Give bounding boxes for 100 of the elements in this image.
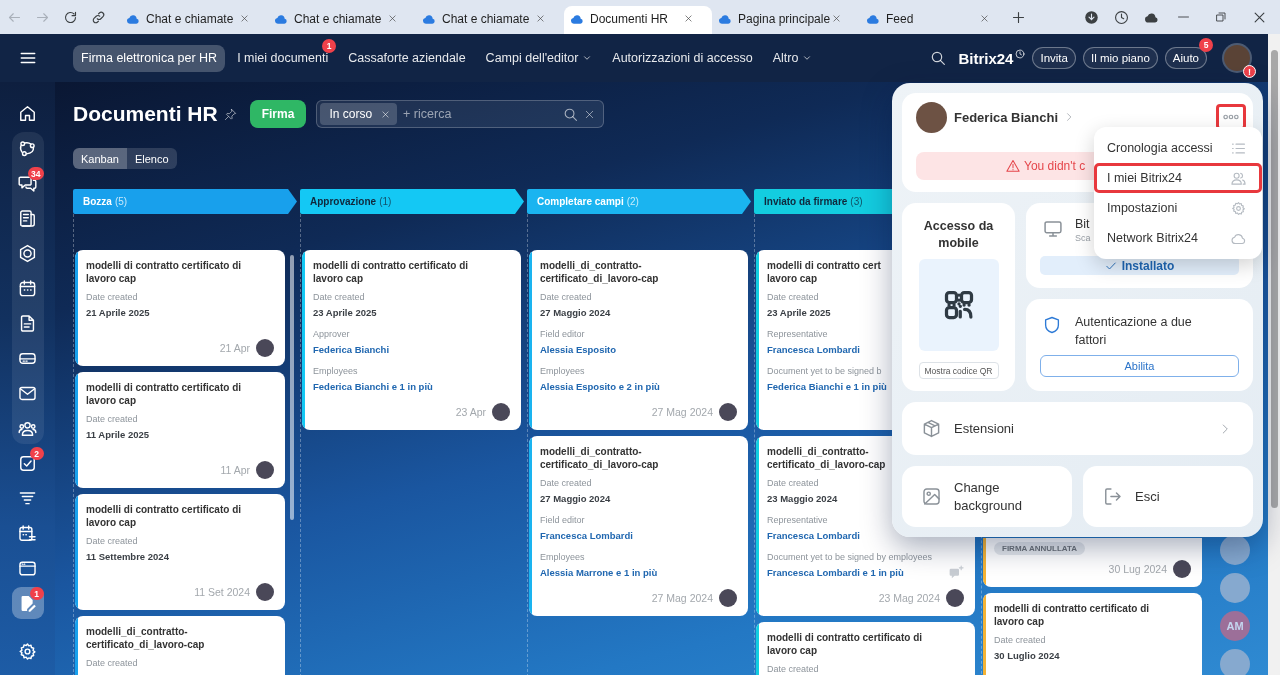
enable-button[interactable]: Abilita [1040, 355, 1239, 377]
sidebar-item[interactable]: 34 [11, 167, 44, 199]
person-link[interactable]: Francesca Lombardi [767, 528, 860, 543]
close-icon[interactable] [240, 14, 249, 23]
user-avatar[interactable] [1224, 45, 1250, 71]
logout-button[interactable]: Esci [1083, 466, 1253, 527]
person-link[interactable]: Francesca Lombardi [767, 342, 860, 357]
avatar[interactable] [256, 339, 274, 357]
filter-chip[interactable]: In corso [320, 103, 398, 125]
notification-badge: 34 [28, 167, 44, 180]
close-icon[interactable] [388, 14, 397, 23]
field-label: Date created [86, 657, 138, 669]
avatar[interactable] [719, 589, 737, 607]
header-button[interactable]: Invita [1032, 47, 1076, 69]
nav-tab[interactable]: Firma elettronica per HR [73, 44, 226, 72]
view-tab[interactable]: Kanban [73, 148, 127, 169]
column-title: Completare campi [537, 196, 624, 207]
menu-item[interactable]: I miei Bitrix24 [1094, 163, 1262, 193]
field-value: 23 Aprile 2025 [313, 306, 377, 320]
document-card[interactable]: modelli di contratto certificato di lavoro cap Date created 23 Aprile 2025 Approver Federica Bianchi Employees Federica Bianchi e 1 in più 23 Apr [302, 250, 521, 430]
person-link[interactable]: Federica Bianchi [313, 342, 390, 357]
reload-icon [62, 9, 78, 25]
notification-badge: 2 [29, 447, 44, 460]
document-icon [18, 313, 37, 333]
card-date: 27 Mag 2024 [651, 592, 713, 604]
field-label: Date created [540, 477, 592, 489]
document-card[interactable]: modelli di contratto certificato di lavoro cap Date created 21 Aprile 2025 21 Apr [75, 250, 285, 366]
document-card[interactable]: modelli_di_contratto- certificato_di_lavoro-cap Date created 27 Maggio 2024 Field editor Alessia Esposito Employees Alessia Esposito e 2 in più 27 Mag 2024 [529, 250, 748, 430]
browser-tab[interactable]: Pagina principale [712, 6, 860, 34]
header-button[interactable]: Aiuto [1164, 47, 1207, 69]
avatar[interactable] [719, 403, 737, 421]
browser-tab[interactable]: Feed [860, 6, 1008, 34]
close-icon[interactable] [980, 14, 989, 23]
field-label: Date created [86, 291, 138, 303]
browser-tab[interactable]: Chat e chiamate [268, 6, 416, 34]
person-link[interactable]: Alessia Esposito e 2 in più [540, 379, 660, 394]
field-label: Date created [540, 291, 592, 303]
sidebar-item[interactable]: 2 [11, 447, 44, 479]
avatar[interactable] [1173, 560, 1191, 578]
avatar[interactable] [492, 403, 510, 421]
menu-item[interactable]: Network Bitrix24 [1094, 223, 1262, 253]
document-card[interactable]: modelli_di_contratto- certificato_di_lavoro-cap Date created [75, 616, 285, 675]
search-field[interactable]: In corso + ricerca [316, 100, 605, 128]
person-link[interactable]: Federica Bianchi e 1 in più [313, 379, 433, 394]
document-card[interactable]: modelli di contratto certificato di lavoro cap Date created 11 Settembre 2024 11 Set 2024 [75, 494, 285, 610]
header-button[interactable]: Il mio piano [1082, 47, 1158, 69]
field-label: Date created [86, 413, 138, 425]
avatar[interactable] [256, 461, 274, 479]
scrollbar-thumb[interactable] [1270, 50, 1278, 508]
close-icon[interactable] [381, 109, 391, 119]
search-icon[interactable] [563, 106, 579, 122]
avatar[interactable] [256, 583, 274, 601]
person-link[interactable]: Francesca Lombardi e 1 in più [767, 565, 904, 580]
close-icon[interactable] [684, 14, 693, 23]
change-background-button[interactable]: Change background [902, 466, 1072, 527]
close-icon[interactable] [832, 14, 841, 23]
show-qr-button[interactable]: Mostra codice QR [918, 362, 999, 379]
nav-tab[interactable]: Autorizzazioni di accesso [604, 44, 761, 72]
person-link[interactable]: Alessia Esposito [540, 342, 617, 357]
document-card[interactable]: modelli di contratto certificato di lavoro cap Date created 30 Luglio 2024 [983, 593, 1202, 675]
settings-icon [1231, 200, 1246, 216]
search-icon[interactable] [930, 50, 947, 66]
sidebar-item[interactable]: 1 [11, 587, 44, 619]
menu-item[interactable]: Impostazioni [1094, 193, 1262, 223]
field-label: Approver [313, 328, 350, 340]
view-tab[interactable]: Elenco [126, 148, 177, 169]
browser-tab[interactable]: Chat e chiamate [120, 6, 268, 34]
logo-text[interactable]: Bitrix24 [958, 49, 1014, 67]
page-scrollbar[interactable] [1268, 34, 1280, 675]
column-title: Approvazione [310, 196, 377, 207]
user-name[interactable]: Federica Bianchi [954, 109, 1059, 125]
avatar[interactable] [1220, 535, 1250, 565]
card-title: modelli di contratto certificato di lavoro cap [86, 259, 241, 285]
document-card[interactable]: FIRMA ANNULLATA 30 Lug 2024 [983, 538, 1202, 587]
card-title: modelli di contratto certificato di lavoro cap [313, 259, 468, 285]
nav-tab[interactable]: Cassaforte aziendale [340, 44, 474, 72]
person-link[interactable]: Francesca Lombardi [540, 528, 633, 543]
close-icon[interactable] [536, 14, 545, 23]
document-card[interactable]: modelli_di_contratto- certificato_di_lavoro-cap Date created 27 Maggio 2024 Field editor Francesca Lombardi Employees Alessia Marrone e 1 in più 27 Mag 2024 [529, 436, 748, 616]
avatar[interactable] [916, 101, 947, 133]
browser-tab[interactable]: Documenti HR [564, 6, 712, 34]
users-icon [1231, 170, 1246, 186]
nav-tab[interactable]: Campi dell'editor [477, 44, 601, 72]
document-card[interactable]: modelli di contratto certificato di lavoro cap Date created 11 Aprile 2025 11 Apr [75, 372, 285, 488]
nav-tab[interactable]: Altro [764, 44, 821, 72]
scrollbar-thumb[interactable] [290, 255, 294, 520]
page-title: Documenti HR [73, 102, 218, 126]
person-link[interactable]: Alessia Marrone e 1 in più [540, 565, 658, 580]
pin-icon[interactable] [223, 107, 237, 121]
field-label: Employees [313, 365, 358, 377]
card-date: 21 Apr [219, 342, 250, 354]
menu-item[interactable]: Cronologia accessi [1094, 133, 1262, 163]
logout-icon [1103, 487, 1122, 506]
avatar[interactable] [946, 589, 964, 607]
document-card[interactable]: modelli di contratto certificato di lavoro cap Date created [756, 622, 975, 675]
extensions-row[interactable]: Estensioni [902, 402, 1253, 455]
close-icon[interactable] [584, 108, 596, 120]
person-link[interactable]: Federica Bianchi e 1 in più [767, 379, 887, 394]
browser-tab[interactable]: Chat e chiamate [416, 6, 564, 34]
newspaper-icon [18, 208, 37, 228]
